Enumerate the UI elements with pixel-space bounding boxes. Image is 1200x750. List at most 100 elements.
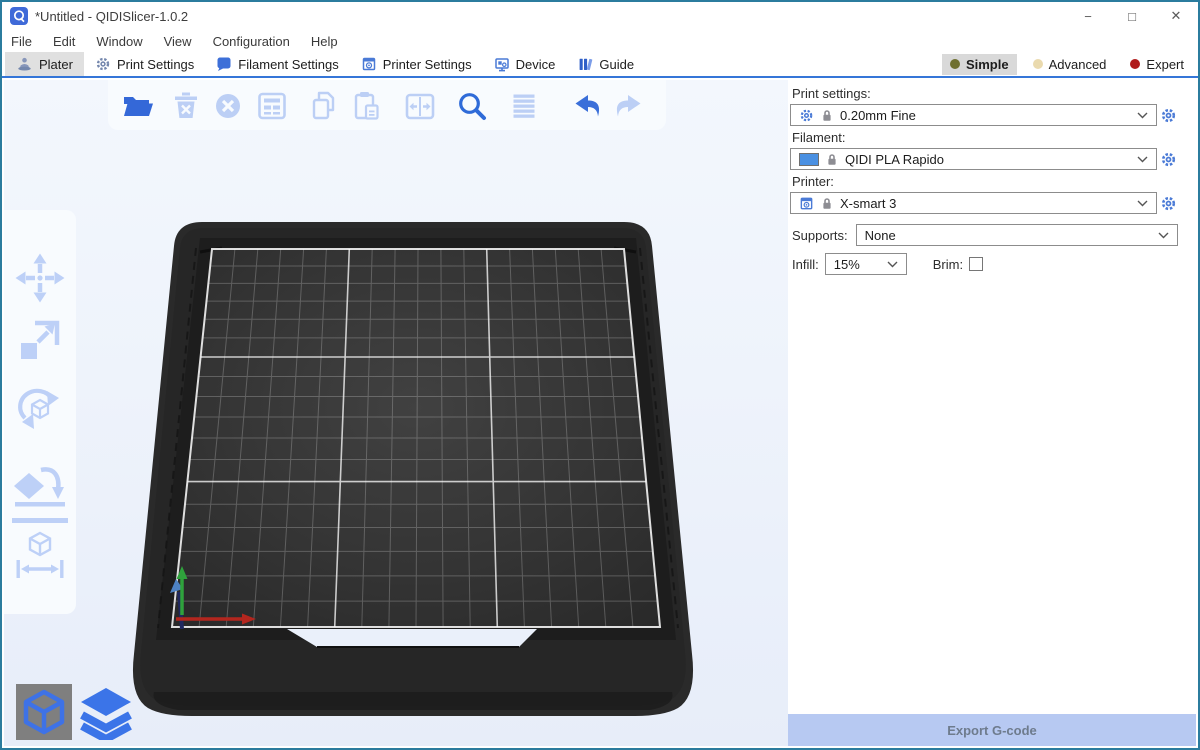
advanced-dot-icon — [1033, 59, 1043, 69]
print-settings-value: 0.20mm Fine — [840, 108, 1130, 123]
menu-file[interactable]: File — [11, 34, 32, 49]
filament-combo[interactable]: QIDI PLA Rapido — [790, 148, 1157, 170]
mode-label: Simple — [966, 57, 1009, 72]
open-folder-button[interactable] — [118, 86, 158, 126]
tab-label: Filament Settings — [238, 57, 338, 72]
printer-label: Printer: — [792, 174, 1178, 189]
maximize-button[interactable]: □ — [1110, 2, 1154, 30]
print-settings-gear-button[interactable] — [1160, 107, 1178, 124]
measure-icon — [13, 527, 67, 581]
mode-selector: Simple Advanced Expert — [942, 52, 1198, 76]
scale-icon — [13, 313, 67, 367]
chevron-down-icon — [1137, 200, 1148, 207]
brim-checkbox[interactable] — [969, 257, 983, 271]
mode-expert[interactable]: Expert — [1122, 54, 1192, 75]
chevron-down-icon — [1158, 232, 1169, 239]
tab-print-settings[interactable]: Print Settings — [84, 52, 205, 76]
minimize-button[interactable]: − — [1066, 2, 1110, 30]
printer-value: X-smart 3 — [840, 196, 1130, 211]
menu-help[interactable]: Help — [311, 34, 338, 49]
search-button[interactable] — [452, 86, 492, 126]
tab-printer-settings[interactable]: Printer Settings — [350, 52, 483, 76]
tab-filament-settings[interactable]: Filament Settings — [205, 52, 349, 76]
menu-window[interactable]: Window — [96, 34, 142, 49]
tab-guide[interactable]: Guide — [566, 52, 645, 76]
place-on-face-icon — [13, 454, 67, 508]
rotate-icon — [13, 383, 67, 437]
supports-value: None — [865, 228, 1151, 243]
plater-icon — [16, 56, 33, 72]
3d-editor-view-button[interactable] — [16, 684, 72, 740]
guide-icon — [577, 56, 593, 72]
tab-device[interactable]: Device — [483, 52, 567, 76]
delete-all-icon — [209, 87, 247, 125]
filament-gear-button[interactable] — [1160, 151, 1178, 168]
undo-button[interactable] — [566, 86, 606, 126]
place-on-face-gizmo-button[interactable] — [13, 453, 67, 509]
printer-icon — [361, 56, 377, 72]
tab-plater[interactable]: Plater — [5, 52, 84, 76]
close-button[interactable]: ✕ — [1154, 2, 1198, 30]
delete-icon — [167, 87, 205, 125]
paste-button[interactable] — [346, 86, 386, 126]
printer-gear-button[interactable] — [1160, 195, 1178, 212]
split-to-objects-button[interactable] — [400, 86, 440, 126]
arrange-button[interactable] — [252, 86, 292, 126]
tab-bar: Plater Print Settings Filament Settings … — [2, 52, 1198, 78]
3d-editor-cube-icon — [16, 684, 72, 740]
copy-icon — [305, 87, 343, 125]
menu-edit[interactable]: Edit — [53, 34, 75, 49]
filament-icon — [216, 56, 232, 72]
print-settings-combo[interactable]: 0.20mm Fine — [790, 104, 1157, 126]
export-gcode-button[interactable]: Export G-code — [788, 714, 1196, 746]
infill-value: 15% — [834, 257, 880, 272]
delete-button[interactable] — [166, 86, 206, 126]
chevron-down-icon — [887, 261, 898, 268]
arrange-icon — [253, 87, 291, 125]
gizmo-separator — [12, 518, 68, 523]
preview-layers-icon — [78, 684, 134, 740]
brim-label: Brim: — [933, 257, 963, 272]
lock-icon — [826, 153, 838, 166]
infill-combo[interactable]: 15% — [825, 253, 907, 275]
gear-icon — [1160, 107, 1177, 124]
measure-gizmo-button[interactable] — [13, 526, 67, 582]
redo-icon — [611, 87, 649, 125]
mode-simple[interactable]: Simple — [942, 54, 1017, 75]
main-area: Print settings: 0.20mm Fine — [4, 80, 1196, 746]
gear-icon — [799, 108, 814, 123]
rotate-gizmo-button[interactable] — [13, 382, 67, 438]
supports-combo[interactable]: None — [856, 224, 1178, 246]
chevron-down-icon — [1137, 156, 1148, 163]
infill-label: Infill: — [792, 257, 819, 272]
settings-panel: Print settings: 0.20mm Fine — [788, 80, 1196, 746]
tab-label: Printer Settings — [383, 57, 472, 72]
redo-button[interactable] — [610, 86, 650, 126]
mode-advanced[interactable]: Advanced — [1025, 54, 1115, 75]
copy-button[interactable] — [304, 86, 344, 126]
tab-label: Print Settings — [117, 57, 194, 72]
gear-icon — [95, 56, 111, 72]
gear-icon — [1160, 151, 1177, 168]
paste-icon — [347, 87, 385, 125]
lock-icon — [821, 197, 833, 210]
delete-all-button[interactable] — [208, 86, 248, 126]
undo-icon — [567, 87, 605, 125]
3d-viewport[interactable] — [4, 80, 788, 746]
gear-icon — [1160, 195, 1177, 212]
menu-view[interactable]: View — [164, 34, 192, 49]
menu-configuration[interactable]: Configuration — [213, 34, 290, 49]
move-icon — [13, 251, 67, 305]
scale-gizmo-button[interactable] — [13, 312, 67, 368]
printer-combo[interactable]: X-smart 3 — [790, 192, 1157, 214]
filament-label: Filament: — [792, 130, 1178, 145]
preview-button[interactable] — [78, 684, 134, 740]
variable-layer-height-button[interactable] — [504, 86, 544, 126]
mode-label: Expert — [1146, 57, 1184, 72]
title-bar: *Untitled - QIDISlicer-1.0.2 − □ ✕ — [2, 2, 1198, 30]
app-logo-icon — [10, 7, 28, 25]
printer-icon — [799, 196, 814, 211]
open-folder-icon — [119, 87, 157, 125]
move-gizmo-button[interactable] — [13, 250, 67, 306]
app-window: *Untitled - QIDISlicer-1.0.2 − □ ✕ File … — [0, 0, 1200, 750]
